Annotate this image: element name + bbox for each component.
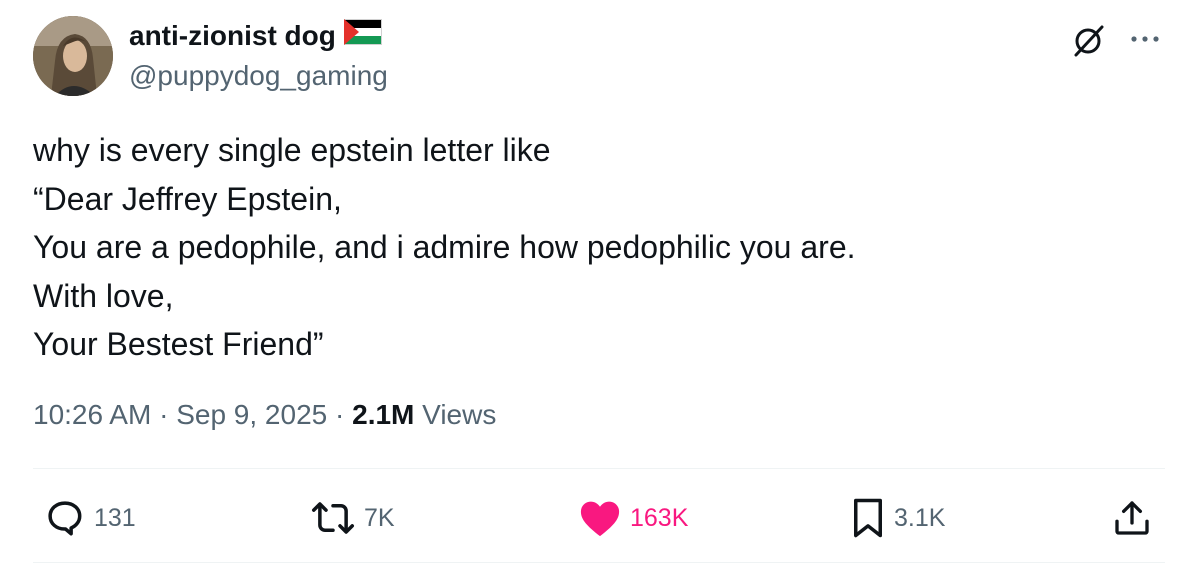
repost-icon bbox=[312, 502, 354, 534]
share-button[interactable] bbox=[1112, 496, 1152, 540]
display-name-text: anti-zionist dog bbox=[129, 20, 336, 51]
tweet-time[interactable]: 10:26 AM bbox=[33, 399, 151, 430]
divider bbox=[33, 468, 1165, 469]
like-count: 163K bbox=[630, 503, 689, 532]
views-count: 2.1M bbox=[352, 399, 415, 430]
bookmark-icon bbox=[854, 498, 882, 538]
divider bbox=[33, 562, 1165, 563]
meta-separator: · bbox=[159, 399, 169, 430]
tweet-text: why is every single epstein letter like … bbox=[33, 126, 1153, 369]
reply-button[interactable]: 131 bbox=[44, 496, 136, 540]
tweet-text-line: “Dear Jeffrey Epstein, bbox=[33, 180, 342, 217]
reply-count: 131 bbox=[94, 503, 136, 532]
heart-icon bbox=[580, 501, 620, 537]
author-handle[interactable]: @puppydog_gaming bbox=[129, 58, 388, 94]
meta-separator: · bbox=[335, 399, 345, 430]
repost-button[interactable]: 7K bbox=[310, 496, 395, 540]
views-label: Views bbox=[422, 399, 497, 430]
author-display-name[interactable]: anti-zionist dog bbox=[129, 18, 382, 54]
tweet-text-line: why is every single epstein letter like bbox=[33, 132, 551, 168]
tweet-date[interactable]: Sep 9, 2025 bbox=[176, 399, 327, 430]
tweet-text-line: Your Bestest Friend” bbox=[33, 326, 324, 362]
palestine-flag-icon bbox=[343, 18, 382, 54]
share-icon bbox=[1115, 501, 1149, 535]
like-button[interactable]: 163K bbox=[578, 496, 688, 540]
more-icon[interactable] bbox=[1128, 26, 1162, 57]
bookmark-button[interactable]: 3.1K bbox=[850, 496, 945, 540]
avatar[interactable] bbox=[33, 16, 113, 96]
tweet-text-line: With love, bbox=[33, 277, 174, 314]
bookmark-count: 3.1K bbox=[894, 503, 946, 532]
grok-icon[interactable] bbox=[1071, 22, 1107, 63]
tweet-text-line: You are a pedophile, and i admire how pe… bbox=[33, 229, 856, 265]
repost-count: 7K bbox=[364, 503, 395, 532]
tweet-meta: 10:26 AM · Sep 9, 2025 · 2.1M Views bbox=[33, 392, 496, 438]
reply-icon bbox=[48, 501, 82, 536]
